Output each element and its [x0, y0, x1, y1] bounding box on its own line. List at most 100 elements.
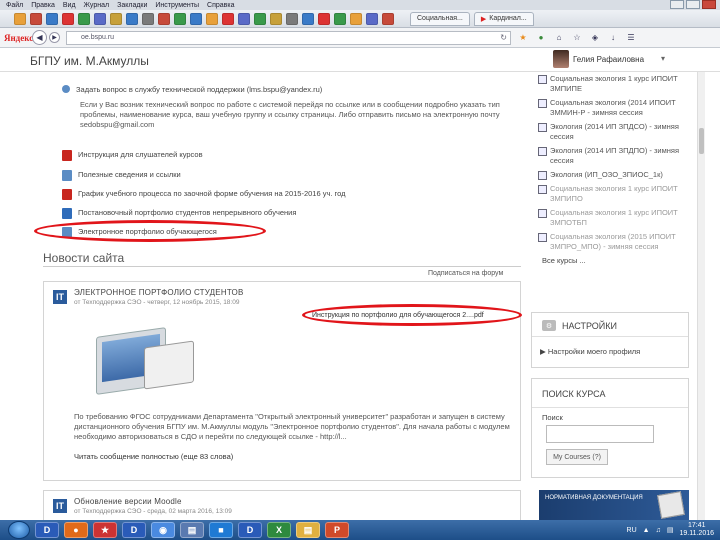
- addon-icon[interactable]: ●: [535, 32, 547, 44]
- profile-settings-label[interactable]: Настройки моего профиля: [548, 347, 640, 356]
- bookmark-icon[interactable]: [190, 12, 202, 25]
- resource-item[interactable]: График учебного процесса по заочной форм…: [62, 189, 346, 200]
- search-button[interactable]: Мy Courses (?): [546, 449, 608, 465]
- bookmark-icon[interactable]: [78, 12, 90, 25]
- course-label[interactable]: Социальная экология (2015 ИПОИТ ЗМПРО_МП…: [550, 232, 676, 251]
- browser-tab[interactable]: Социальная...: [410, 11, 470, 26]
- bookmark-star-icon[interactable]: ☆: [571, 32, 583, 44]
- bookmark-icon[interactable]: [14, 12, 26, 25]
- app-icon[interactable]: D: [122, 522, 146, 538]
- course-item[interactable]: Социальная экология (2014 ИПОИТ ЗММИН-Р …: [538, 98, 688, 118]
- course-label[interactable]: Экология (2014 ИП ЗПДСО) - зимняя сессия: [550, 122, 679, 141]
- resource-item[interactable]: Постановочный портфолио студентов непрер…: [62, 208, 296, 219]
- star-icon[interactable]: ★: [517, 32, 529, 44]
- forward-button[interactable]: ▶: [49, 32, 60, 43]
- bookmark-icon[interactable]: [62, 12, 74, 25]
- course-label[interactable]: Экология (2014 ИП ЗПДПО) - зимняя сессия: [550, 146, 679, 165]
- close-button[interactable]: [702, 0, 716, 9]
- course-item[interactable]: Социальная экология 1 курс ИПОИТ ЗМПИПЕ: [538, 74, 688, 94]
- bookmark-icon[interactable]: [46, 12, 58, 25]
- back-button[interactable]: ◀: [32, 30, 47, 45]
- subscribe-link[interactable]: Подписаться на форум: [428, 270, 503, 277]
- site-name[interactable]: БГПУ им. М.Акмуллы: [30, 54, 149, 68]
- menu-icon[interactable]: ☰: [625, 32, 637, 44]
- app-icon[interactable]: ■: [209, 522, 233, 538]
- bookmark-icon[interactable]: [158, 12, 170, 25]
- clock[interactable]: 17:41 19.11.2016: [679, 522, 714, 538]
- chevron-down-icon[interactable]: ▾: [661, 54, 665, 63]
- menu-history[interactable]: Журнал: [84, 2, 110, 9]
- menu-file[interactable]: Файл: [6, 2, 23, 9]
- read-more-link[interactable]: Читать сообщение полностью (еще 83 слова…: [74, 452, 233, 461]
- reload-icon[interactable]: ↻: [500, 33, 507, 42]
- bookmark-icon[interactable]: [126, 12, 138, 25]
- bookmark-icon[interactable]: [174, 12, 186, 25]
- menu-help[interactable]: Справка: [207, 2, 234, 9]
- bookmark-icon[interactable]: [222, 12, 234, 25]
- chrome-icon[interactable]: ◉: [151, 522, 175, 538]
- avatar[interactable]: IT: [53, 499, 67, 513]
- start-button[interactable]: [8, 521, 30, 539]
- course-item[interactable]: Социальная экология (2015 ИПОИТ ЗМПРО_МП…: [538, 232, 688, 252]
- bookmark-icon[interactable]: [334, 12, 346, 25]
- bookmark-icon[interactable]: [206, 12, 218, 25]
- user-name[interactable]: Гелия Рафаиловна: [573, 55, 644, 64]
- course-label[interactable]: Социальная экология 1 курс ИПОИТ ЗМПИПО: [550, 184, 678, 203]
- normative-docs-banner[interactable]: НОРМАТИВНАЯ ДОКУМЕНТАЦИЯ: [539, 490, 689, 520]
- bookmark-icon[interactable]: [382, 12, 394, 25]
- resource-label[interactable]: Инструкция для слушателей курсов: [78, 150, 203, 159]
- firefox-icon[interactable]: ●: [64, 522, 88, 538]
- scrollbar-thumb[interactable]: [699, 128, 704, 154]
- resource-label[interactable]: График учебного процесса по заочной форм…: [78, 189, 346, 198]
- app-icon[interactable]: ★: [93, 522, 117, 538]
- maximize-button[interactable]: [686, 0, 700, 9]
- course-label[interactable]: Экология (ИП_ОЗО_ЗПИОС_1к): [550, 170, 663, 179]
- app-icon[interactable]: D: [238, 522, 262, 538]
- bookmark-icon[interactable]: [142, 12, 154, 25]
- download-icon[interactable]: ↓: [607, 32, 619, 44]
- menu-bookmarks[interactable]: Закладки: [117, 2, 147, 9]
- all-courses-link[interactable]: Все курсы ...: [538, 256, 688, 265]
- bookmark-icon[interactable]: [350, 12, 362, 25]
- support-link[interactable]: Задать вопрос в службу технической подде…: [76, 85, 322, 94]
- bookmark-icon[interactable]: [94, 12, 106, 25]
- course-item[interactable]: Социальная экология 1 курс ИПОИТ ЗМПИПО: [538, 184, 688, 204]
- bookmark-icon[interactable]: [30, 12, 42, 25]
- search-input[interactable]: [546, 425, 654, 443]
- app-icon[interactable]: ▤: [180, 522, 204, 538]
- resource-label[interactable]: Полезные сведения и ссылки: [78, 170, 181, 179]
- bookmark-icon[interactable]: [238, 12, 250, 25]
- browser-tab[interactable]: ▶ Кардинал...: [473, 11, 534, 26]
- resource-item[interactable]: Инструкция для слушателей курсов: [62, 150, 203, 161]
- avatar[interactable]: IT: [53, 290, 67, 304]
- bookmark-icon[interactable]: [110, 12, 122, 25]
- tray-arrow-icon[interactable]: ▲: [643, 527, 650, 534]
- powerpoint-icon[interactable]: P: [325, 522, 349, 538]
- course-item[interactable]: Экология (2014 ИП ЗПДСО) - зимняя сессия: [538, 122, 688, 142]
- course-label[interactable]: Социальная экология 1 курс ИПОИТ ЗМПИПЕ: [550, 74, 678, 93]
- course-item[interactable]: Экология (2014 ИП ЗПДПО) - зимняя сессия: [538, 146, 688, 166]
- menu-tools[interactable]: Инструменты: [155, 2, 199, 9]
- course-label[interactable]: Социальная экология (2014 ИПОИТ ЗММИН-Р …: [550, 98, 676, 117]
- url-input[interactable]: ое.bspu.ru ↻: [66, 30, 511, 45]
- support-link-row[interactable]: Задать вопрос в службу технической подде…: [62, 85, 322, 94]
- folder-icon[interactable]: ▤: [296, 522, 320, 538]
- bookmark-icon[interactable]: [366, 12, 378, 25]
- excel-icon[interactable]: X: [267, 522, 291, 538]
- scrollbar[interactable]: [697, 72, 705, 520]
- bookmark-icon[interactable]: [254, 12, 266, 25]
- language-indicator[interactable]: RU: [627, 527, 637, 534]
- home-icon[interactable]: ⌂: [553, 32, 565, 44]
- bookmark-icon[interactable]: [318, 12, 330, 25]
- minimize-button[interactable]: [670, 0, 684, 9]
- app-icon[interactable]: D: [35, 522, 59, 538]
- course-label[interactable]: Социальная экология 1 курс ИПОИТ ЗМПОТБП: [550, 208, 678, 227]
- avatar[interactable]: [553, 50, 569, 68]
- bookmark-icon[interactable]: [286, 12, 298, 25]
- bookmark-icon[interactable]: [302, 12, 314, 25]
- course-item[interactable]: Экология (ИП_ОЗО_ЗПИОС_1к): [538, 170, 688, 180]
- menu-edit[interactable]: Правка: [31, 2, 55, 9]
- volume-icon[interactable]: ♫: [656, 527, 661, 534]
- resource-item[interactable]: Полезные сведения и ссылки: [62, 170, 181, 181]
- resource-label[interactable]: Постановочный портфолио студентов непрер…: [78, 208, 296, 217]
